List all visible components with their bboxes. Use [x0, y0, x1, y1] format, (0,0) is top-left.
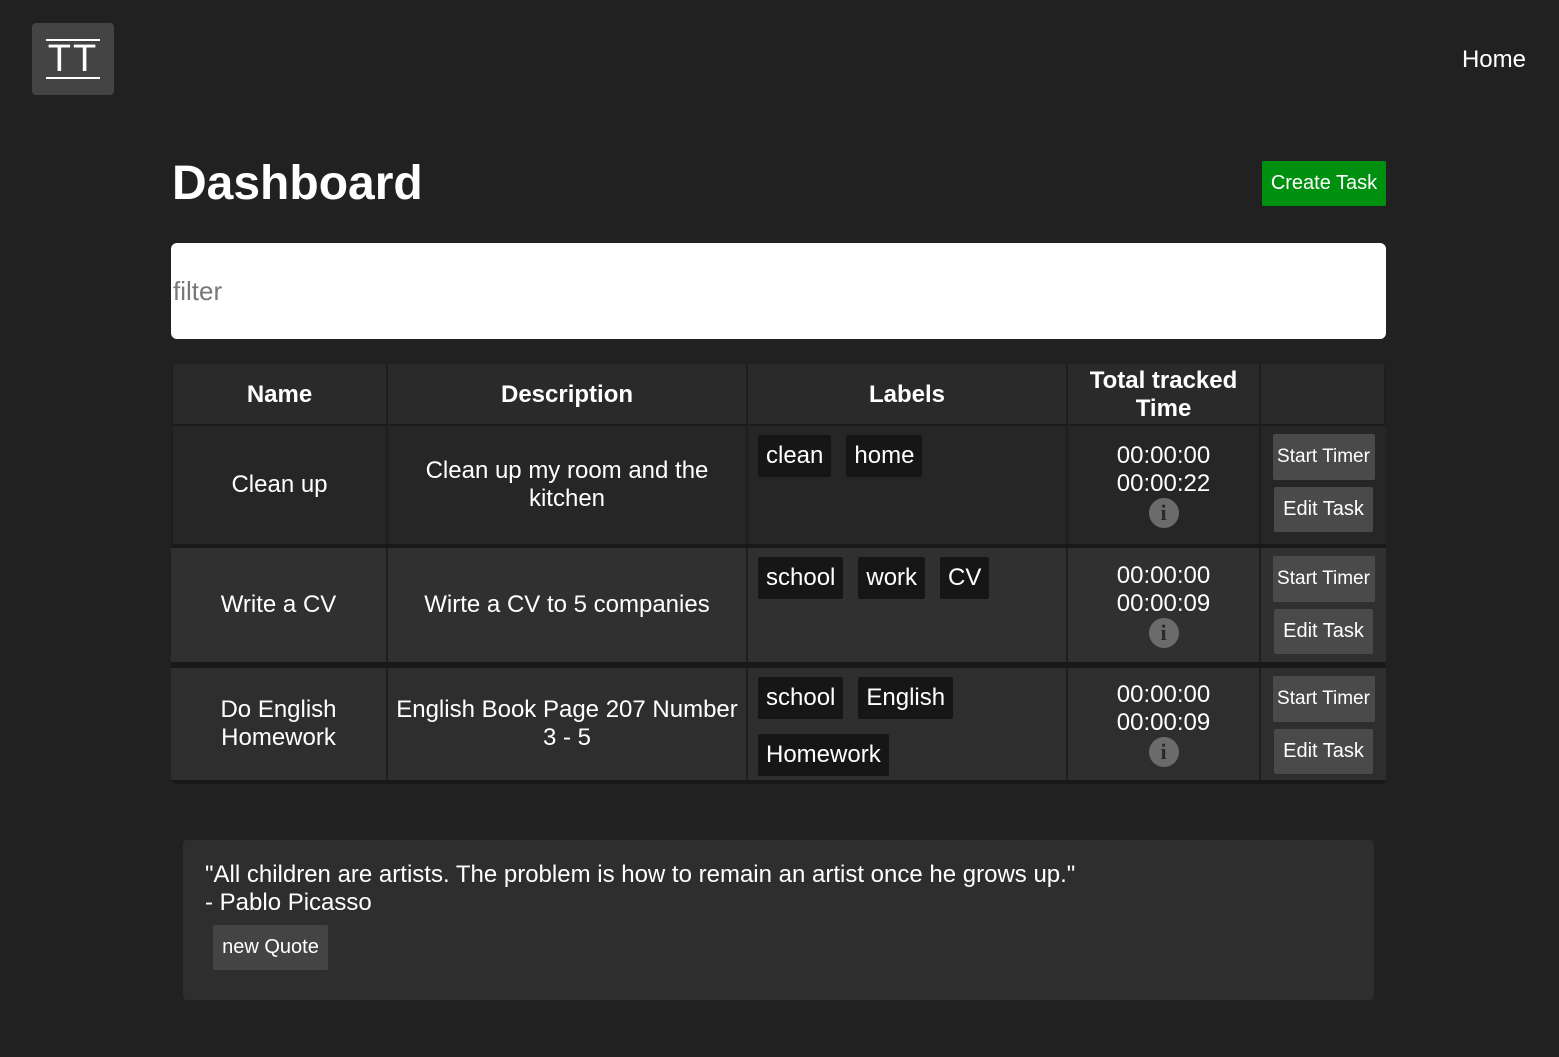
task-time: 00:00:00 00:00:09 i [1068, 668, 1261, 780]
edit-task-button[interactable]: Edit Task [1274, 729, 1373, 774]
task-description: Clean up my room and the kitchen [388, 426, 748, 544]
task-actions: Start Timer Edit Task [1261, 426, 1386, 544]
logo-text: TT [47, 38, 99, 80]
info-icon[interactable]: i [1148, 498, 1179, 528]
quote-text: "All children are artists. The problem i… [205, 861, 1076, 888]
task-actions: Start Timer Edit Task [1261, 548, 1386, 662]
logo-top-line [46, 39, 100, 41]
task-description: Wirte a CV to 5 companies [388, 548, 748, 662]
logo-mark: TT [46, 37, 100, 81]
label-tag[interactable]: school [758, 557, 844, 599]
table-row: Do English Homework English Book Page 20… [171, 668, 1386, 784]
label-tag[interactable]: CV [940, 557, 990, 599]
tasks-table: Name Description Labels Total tracked Ti… [171, 364, 1386, 784]
page-title: Dashboard [172, 157, 423, 210]
quote-author: - Pablo Picasso [205, 889, 372, 916]
header-total-time: Total tracked Time [1068, 364, 1261, 426]
label-tag[interactable]: school [758, 677, 844, 719]
start-timer-button[interactable]: Start Timer [1272, 434, 1375, 480]
quote-panel: "All children are artists. The problem i… [183, 840, 1374, 1000]
label-tag[interactable]: Homework [758, 734, 889, 776]
time-total: 00:00:09 [1116, 590, 1211, 617]
logo-bottom-line [46, 77, 100, 79]
header-labels: Labels [748, 364, 1068, 426]
task-labels: school work CV [748, 548, 1068, 662]
task-name: Clean up [171, 426, 388, 544]
task-labels: clean home [748, 426, 1068, 544]
label-tag[interactable]: home [846, 435, 923, 477]
task-actions: Start Timer Edit Task [1261, 668, 1386, 780]
table-row: Write a CV Wirte a CV to 5 companies sch… [171, 548, 1386, 662]
task-time: 00:00:00 00:00:22 i [1068, 426, 1261, 544]
info-icon[interactable]: i [1148, 618, 1179, 648]
filter-input[interactable] [171, 243, 1386, 339]
header-name: Name [171, 364, 388, 426]
label-tag[interactable]: work [858, 557, 926, 599]
create-task-button[interactable]: Create Task [1262, 161, 1386, 206]
label-tag[interactable]: English [858, 677, 954, 719]
task-name: Write a CV [171, 548, 388, 662]
edit-task-button[interactable]: Edit Task [1274, 609, 1373, 654]
info-icon[interactable]: i [1148, 737, 1179, 767]
nav-home-link[interactable]: Home [1462, 46, 1526, 74]
task-name: Do English Homework [171, 668, 388, 780]
header-actions [1261, 364, 1386, 426]
new-quote-button[interactable]: new Quote [213, 925, 328, 970]
table-header-row: Name Description Labels Total tracked Ti… [171, 364, 1386, 426]
edit-task-button[interactable]: Edit Task [1274, 487, 1373, 532]
label-tag[interactable]: clean [758, 435, 832, 477]
time-today: 00:00:00 [1116, 562, 1211, 589]
table-row: Clean up Clean up my room and the kitche… [171, 426, 1386, 544]
app-logo[interactable]: TT [32, 23, 114, 95]
time-total: 00:00:09 [1116, 709, 1211, 736]
time-total: 00:00:22 [1116, 470, 1211, 497]
task-description: English Book Page 207 Number 3 - 5 [388, 668, 748, 780]
start-timer-button[interactable]: Start Timer [1272, 556, 1375, 602]
task-time: 00:00:00 00:00:09 i [1068, 548, 1261, 662]
task-labels: school English Homework [748, 668, 1068, 780]
start-timer-button[interactable]: Start Timer [1272, 676, 1375, 722]
time-today: 00:00:00 [1116, 442, 1211, 469]
time-today: 00:00:00 [1116, 681, 1211, 708]
header-description: Description [388, 364, 748, 426]
